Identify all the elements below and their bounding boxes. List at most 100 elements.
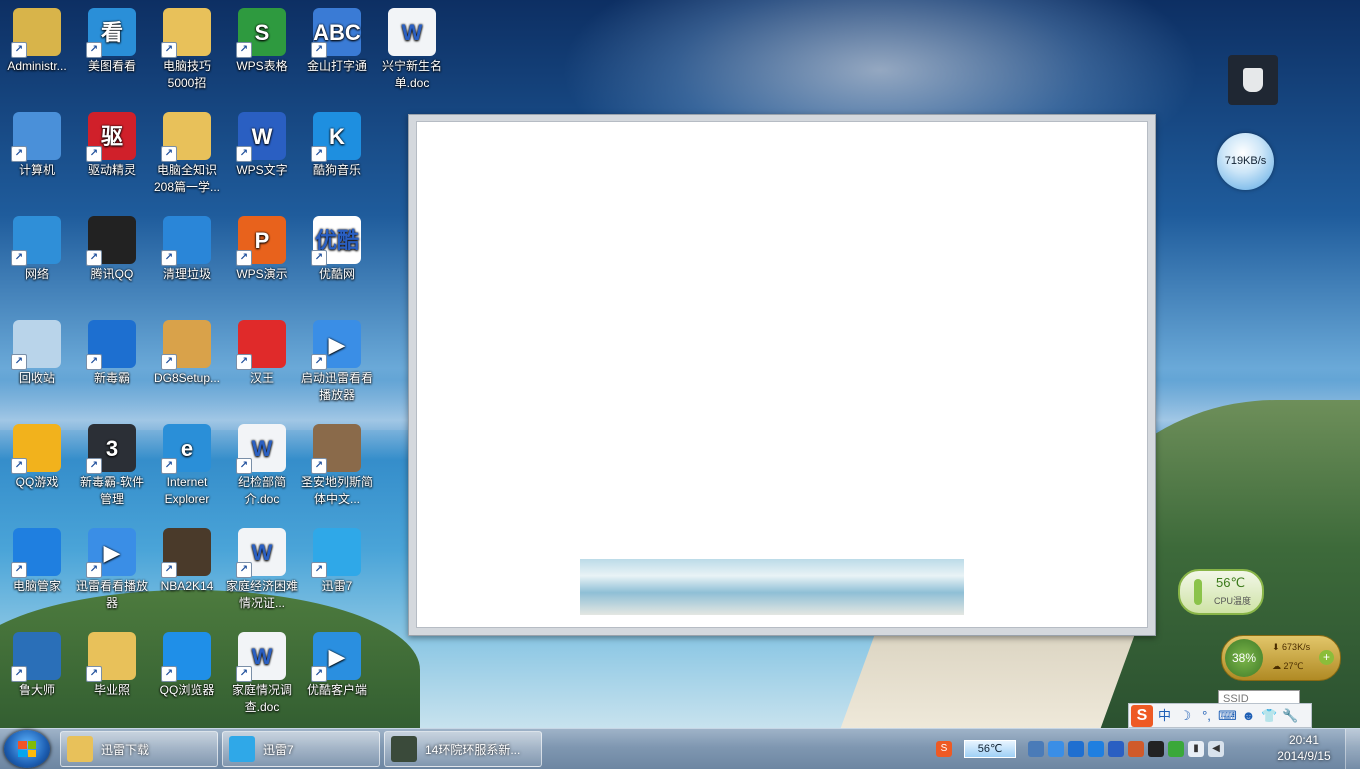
bluetooth-tray-icon[interactable] — [1108, 741, 1124, 757]
system-clock[interactable]: 20:41 2014/9/15 — [1272, 732, 1336, 764]
desktop-icon-label: 家庭情况调查.doc — [231, 683, 292, 714]
shortcut-arrow-icon: ↗ — [311, 146, 327, 162]
desktop-icon[interactable]: e ↗ Internet Explorer — [150, 418, 224, 508]
shortcut-arrow-icon: ↗ — [311, 562, 327, 578]
task-label: 14环院环服系新... — [425, 742, 521, 757]
desktop-icon[interactable]: ↗ NBA2K14 — [150, 522, 224, 595]
desktop-icon[interactable]: ▶ ↗ 启动迅雷看看播放器 — [300, 314, 374, 404]
shortcut-arrow-icon: ↗ — [161, 666, 177, 682]
shortcut-arrow-icon: ↗ — [236, 666, 252, 682]
input-method-bar[interactable]: S 中 ☽ °, ⌨ ☻ 👕 🔧 — [1128, 703, 1312, 728]
desktop-icon[interactable]: ↗ 鲁大师 — [0, 626, 74, 699]
sogou-logo-icon[interactable]: S — [1131, 704, 1153, 727]
security-check-icon[interactable] — [1168, 741, 1184, 757]
volume-icon[interactable]: ◀ — [1208, 741, 1224, 757]
system-monitor-widget[interactable]: 38% ⬇ 673K/s ☁ 27℃ + — [1221, 635, 1341, 681]
settings-wrench-icon[interactable]: 🔧 — [1281, 706, 1300, 725]
network-tray-icon[interactable] — [1048, 741, 1064, 757]
shortcut-arrow-icon: ↗ — [11, 146, 27, 162]
desktop-icon[interactable]: ↗ 腾讯QQ — [75, 210, 149, 283]
shortcut-arrow-icon: ↗ — [86, 42, 102, 58]
desktop-icon[interactable]: ↗ 圣安地列斯简体中文... — [300, 418, 374, 508]
user-icon[interactable]: ☻ — [1239, 706, 1258, 725]
skin-shirt-icon[interactable]: 👕 — [1260, 706, 1279, 725]
keyboard-icon[interactable]: ⌨ — [1218, 706, 1237, 725]
desktop-icon[interactable]: ↗ 汉王 — [225, 314, 299, 387]
wps-writer-icon: W ↗ — [236, 112, 286, 162]
desktop-icon[interactable]: ↗ 新毒霸 — [75, 314, 149, 387]
show-desktop-button[interactable] — [1345, 729, 1360, 769]
taskbar-item-folder[interactable]: 迅雷下载 — [60, 731, 218, 767]
typing-abc-icon: ABC ↗ — [311, 8, 361, 58]
shortcut-arrow-icon: ↗ — [86, 458, 102, 474]
desktop-icon[interactable]: ↗ 网络 — [0, 210, 74, 283]
desktop-icon[interactable]: ▶ ↗ 优酷客户端 — [300, 626, 374, 699]
clock-time: 20:41 — [1288, 733, 1320, 747]
desktop-icon[interactable]: W ↗ 家庭经济困难情况证... — [225, 522, 299, 612]
shortcut-arrow-icon: ↗ — [311, 250, 327, 266]
desktop-icon[interactable]: W ↗ 纪检部简介.doc — [225, 418, 299, 508]
task-label: 迅雷7 — [263, 742, 294, 757]
pc-manager-icon: ↗ — [11, 528, 61, 578]
desktop-icon[interactable]: W ↗ 家庭情况调查.doc — [225, 626, 299, 716]
desktop-icon[interactable]: ▶ ↗ 迅雷看看播放器 — [75, 522, 149, 612]
desktop-icon[interactable]: ↗ 电脑技巧5000招 — [150, 2, 224, 92]
desktop-icon[interactable]: ↗ DG8Setup... — [150, 314, 224, 387]
start-button[interactable] — [4, 730, 50, 768]
tray-cpu-temp[interactable]: 56℃ — [964, 740, 1016, 758]
desktop-icon-label: 腾讯QQ — [90, 267, 134, 281]
usb-device-widget[interactable] — [1228, 55, 1278, 105]
pc-manager-tray-icon[interactable] — [1088, 741, 1104, 757]
sogou-tray-icon[interactable]: S — [936, 741, 952, 757]
desktop-icon[interactable]: W ↗ WPS文字 — [225, 106, 299, 179]
desktop-icon[interactable]: P ↗ WPS演示 — [225, 210, 299, 283]
usb-tray-icon[interactable] — [1028, 741, 1044, 757]
qq-tray-icon[interactable] — [1148, 741, 1164, 757]
desktop-icon[interactable]: ↗ 电脑全知识208篇一学... — [150, 106, 224, 196]
ime-chinese-mode[interactable]: 中 — [1155, 706, 1174, 725]
dialog-image-strip — [580, 559, 964, 615]
desktop-icon[interactable]: ↗ 清理垃圾 — [150, 210, 224, 283]
desktop-icon-label: 电脑管家 — [12, 579, 61, 593]
desktop-icon-label: 驱动精灵 — [87, 163, 136, 177]
expand-plus-icon[interactable]: + — [1319, 650, 1334, 665]
taskbar-item-video[interactable]: 14环院环服系新... — [384, 731, 542, 767]
desktop-icon[interactable]: 优酷 ↗ 优酷网 — [300, 210, 374, 283]
desktop-icon-label: QQ浏览器 — [159, 683, 215, 697]
shortcut-arrow-icon: ↗ — [161, 146, 177, 162]
desktop-icon[interactable]: 看 ↗ 美图看看 — [75, 2, 149, 75]
shortcut-arrow-icon: ↗ — [311, 42, 327, 58]
desktop-icon[interactable]: ↗ 电脑管家 — [0, 522, 74, 595]
desktop-icon[interactable]: W 兴宁新生名单.doc — [375, 2, 449, 92]
desktop-icon-label: QQ游戏 — [15, 475, 59, 489]
desktop-icon[interactable]: ABC ↗ 金山打字通 — [300, 2, 374, 75]
half-width-moon-icon[interactable]: ☽ — [1176, 706, 1195, 725]
desktop-icon-label: 优酷客户端 — [306, 683, 367, 697]
shortcut-arrow-icon: ↗ — [86, 666, 102, 682]
desktop-icon[interactable]: 驱 ↗ 驱动精灵 — [75, 106, 149, 179]
desktop-icon-label: 圣安地列斯简体中文... — [300, 475, 373, 506]
desktop-icon[interactable]: ↗ QQ浏览器 — [150, 626, 224, 699]
desktop-icon[interactable]: 3 ↗ 新毒霸-软件管理 — [75, 418, 149, 508]
desktop-icon[interactable]: ↗ 计算机 — [0, 106, 74, 179]
desktop-icon[interactable]: K ↗ 酷狗音乐 — [300, 106, 374, 179]
memory-usage-gauge: 38% — [1225, 639, 1263, 677]
desktop-icon[interactable]: ↗ 毕业照 — [75, 626, 149, 699]
desktop-icon[interactable]: S ↗ WPS表格 — [225, 2, 299, 75]
cpu-temperature-widget[interactable]: 56℃ CPU温度 — [1178, 569, 1264, 615]
network-speed-ball[interactable]: 719KB/s — [1217, 133, 1274, 190]
taskbar-item-thunder[interactable]: 迅雷7 — [222, 731, 380, 767]
thunder-tray-icon[interactable] — [1128, 741, 1144, 757]
shortcut-arrow-icon: ↗ — [11, 666, 27, 682]
desktop-icon[interactable]: ↗ 迅雷7 — [300, 522, 374, 595]
desktop-icon[interactable]: ↗ 回收站 — [0, 314, 74, 387]
antivirus-tray-icon[interactable] — [1068, 741, 1084, 757]
blank-dialog-window[interactable] — [408, 114, 1156, 636]
desktop-icon[interactable]: ↗ QQ游戏 — [0, 418, 74, 491]
signal-strength-icon[interactable]: ▮ — [1188, 741, 1204, 757]
task-label: 迅雷下载 — [101, 742, 150, 757]
board-temp-value: 27℃ — [1283, 661, 1304, 671]
punctuation-icon[interactable]: °, — [1197, 706, 1216, 725]
desktop-icon[interactable]: ↗ Administr... — [0, 2, 74, 75]
board-temp: ☁ 27℃ — [1272, 661, 1304, 671]
